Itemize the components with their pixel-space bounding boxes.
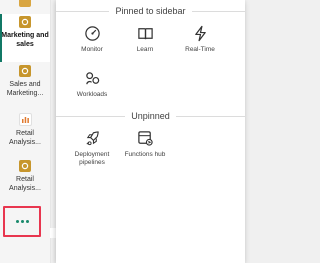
more-flyout-panel: Pinned to sidebar Monitor Learn Real-Tim… [56, 0, 245, 263]
nav-item-partial[interactable] [0, 0, 50, 10]
report-icon [19, 65, 31, 77]
nav-item-label: Retail Analysis... [9, 176, 41, 192]
active-indicator [0, 14, 2, 62]
more-icon [15, 220, 29, 223]
lightning-icon [194, 25, 206, 42]
app-real-time[interactable]: Real-Time [174, 25, 226, 54]
workloads-icon [85, 72, 99, 85]
nav-item-label: Sales and Marketing... [6, 81, 44, 97]
nav-item-sales-and-marketing[interactable]: Sales and Marketing... [0, 65, 50, 105]
app-label: Monitor [81, 46, 103, 53]
nav-item-label: Marketing and sales [1, 32, 49, 48]
app-learn[interactable]: Learn [119, 25, 171, 54]
book-icon [137, 28, 153, 40]
functions-icon [137, 131, 153, 146]
bar-chart-icon [18, 113, 32, 126]
nav-item-marketing-and-sales[interactable]: Marketing and sales [0, 14, 50, 62]
monitor-icon [84, 26, 100, 41]
pinned-section-title: Pinned to sidebar [115, 6, 186, 16]
unpinned-section-header: Unpinned [56, 111, 245, 121]
report-icon [19, 160, 31, 172]
report-icon [19, 16, 31, 28]
unpinned-section-title: Unpinned [131, 111, 170, 121]
app-functions-hub[interactable]: Functions hub [119, 130, 171, 159]
rocket-icon [85, 131, 99, 146]
report-icon [19, 0, 31, 7]
app-label: Workloads [76, 91, 108, 98]
nav-item-retail-analysis-1[interactable]: Retail Analysis... [0, 113, 50, 153]
app-label: Real-Time [185, 46, 215, 53]
app-workloads[interactable]: Workloads [66, 70, 118, 99]
left-nav-rail: Marketing and sales Sales and Marketing.… [0, 0, 51, 263]
app-deployment-pipelines[interactable]: Deployment pipelines [66, 130, 118, 167]
nav-item-label: Retail Analysis... [9, 130, 41, 146]
app-label: Functions hub [124, 151, 166, 158]
pinned-section-header: Pinned to sidebar [56, 6, 245, 16]
app-monitor[interactable]: Monitor [66, 25, 118, 54]
app-label: Deployment pipelines [74, 151, 110, 166]
app-label: Learn [136, 46, 154, 53]
nav-item-retail-analysis-2[interactable]: Retail Analysis... [0, 160, 50, 200]
more-button[interactable] [3, 206, 41, 237]
